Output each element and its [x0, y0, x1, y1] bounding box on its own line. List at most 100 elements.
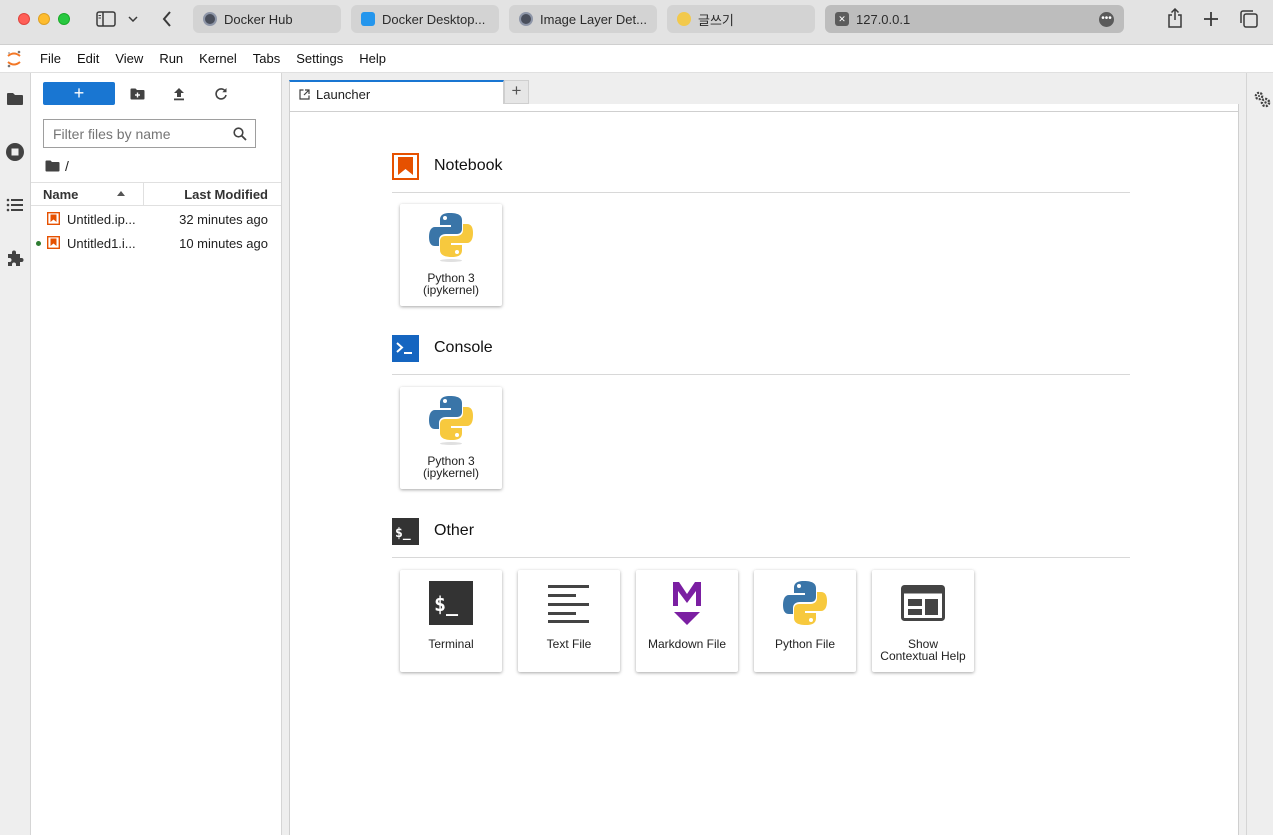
close-window-button[interactable] — [18, 13, 30, 25]
browser-tab-writing[interactable]: 글쓰기 — [667, 5, 815, 33]
markdown-icon — [664, 580, 710, 626]
menu-help[interactable]: Help — [351, 45, 394, 73]
other-section-header: $_ Other — [392, 518, 1130, 558]
card-label: Terminal — [428, 637, 474, 651]
browser-tab-docker-hub[interactable]: Docker Hub — [193, 5, 341, 33]
name-column-header[interactable]: Name — [31, 183, 144, 205]
filter-files-field[interactable] — [43, 119, 256, 148]
tab-overview-icon[interactable] — [1238, 8, 1260, 30]
jupyter-logo-icon — [7, 50, 21, 67]
file-modified: 10 minutes ago — [179, 235, 268, 251]
browser-tab-label: Docker Hub — [224, 11, 293, 27]
close-x-icon[interactable]: ✕ — [835, 12, 849, 26]
docker-whale-icon — [361, 12, 375, 26]
browser-tab-localhost[interactable]: ✕ 127.0.0.1 ••• — [825, 5, 1124, 33]
minimize-window-button[interactable] — [38, 13, 50, 25]
running-indicator-icon — [36, 241, 41, 246]
back-arrow-icon[interactable] — [158, 9, 176, 29]
terminal-icon: $_ — [428, 580, 474, 626]
contextual-help-icon — [900, 580, 946, 626]
breadcrumb-root[interactable]: / — [65, 158, 69, 174]
last-modified-column-header[interactable]: Last Modified — [144, 187, 281, 202]
browser-tab-docker-desktop[interactable]: Docker Desktop... — [351, 5, 499, 33]
chevron-down-icon[interactable] — [126, 12, 140, 26]
python-logo-icon — [428, 396, 474, 445]
main-dock-area: Launcher + Notebook Python 3 (ipykernel)… — [282, 73, 1246, 835]
left-activity-bar — [0, 73, 31, 835]
console-section-header: Console — [392, 335, 1130, 375]
file-row-untitled1[interactable]: Untitled1.i... 10 minutes ago — [31, 231, 281, 255]
menu-file[interactable]: File — [32, 45, 69, 73]
python-logo-icon — [782, 580, 828, 626]
file-browser-panel: + / Name Last Modified Untitled.ip... 32… — [31, 73, 282, 835]
browser-tab-label: 글쓰기 — [698, 12, 734, 28]
text-file-card[interactable]: Text File — [518, 570, 620, 672]
card-label: Python File — [774, 637, 836, 651]
docker-hub-icon — [203, 12, 217, 26]
console-python3-card[interactable]: Python 3 (ipykernel) — [400, 387, 502, 489]
folder-icon[interactable] — [4, 88, 26, 110]
notebook-section-header: Notebook — [392, 153, 1130, 193]
file-name: Untitled1.i... — [67, 235, 136, 251]
more-options-icon[interactable]: ••• — [1099, 12, 1114, 27]
menu-kernel[interactable]: Kernel — [191, 45, 245, 73]
sort-ascending-icon — [117, 191, 125, 196]
breadcrumb: / — [45, 158, 69, 174]
launcher-panel-header-strip — [289, 104, 1239, 112]
browser-tab-label: 127.0.0.1 — [856, 11, 911, 27]
notebook-file-icon — [46, 211, 61, 228]
refresh-icon[interactable] — [210, 83, 232, 105]
text-file-icon — [546, 580, 592, 626]
menu-settings[interactable]: Settings — [288, 45, 351, 73]
card-label: Python 3 (ipykernel) — [422, 271, 479, 297]
table-of-contents-icon[interactable] — [4, 194, 26, 216]
folder-icon[interactable] — [45, 160, 60, 172]
card-label: Show Contextual Help — [880, 637, 966, 663]
menu-bar: File Edit View Run Kernel Tabs Settings … — [0, 45, 1273, 73]
launcher-tab-label: Launcher — [316, 86, 371, 102]
new-folder-icon[interactable] — [126, 83, 148, 105]
markdown-file-card[interactable]: Markdown File — [636, 570, 738, 672]
running-sessions-icon[interactable] — [4, 141, 26, 163]
upload-icon[interactable] — [168, 83, 190, 105]
svg-text:$_: $_ — [434, 592, 459, 616]
add-tab-button[interactable]: + — [504, 80, 529, 104]
file-modified: 32 minutes ago — [179, 211, 268, 227]
menu-view[interactable]: View — [107, 45, 151, 73]
card-label: Python 3 (ipykernel) — [422, 454, 479, 480]
sidebar-toggle-icon[interactable] — [95, 10, 117, 28]
card-label: Text File — [546, 637, 592, 651]
python-logo-icon — [428, 213, 474, 262]
extensions-puzzle-icon[interactable] — [4, 247, 26, 269]
terminal-card[interactable]: $_ Terminal — [400, 570, 502, 672]
emoji-icon — [677, 12, 691, 26]
launcher-tab-icon — [299, 88, 310, 100]
card-label: Markdown File — [647, 637, 727, 651]
menu-edit[interactable]: Edit — [69, 45, 107, 73]
contextual-help-card[interactable]: Show Contextual Help — [872, 570, 974, 672]
notebook-section-icon — [392, 153, 419, 180]
new-tab-icon[interactable] — [1201, 9, 1221, 29]
notebook-file-icon — [46, 235, 61, 252]
right-side-bar — [1246, 73, 1273, 835]
tab-launcher[interactable]: Launcher — [289, 80, 504, 106]
share-icon[interactable] — [1165, 7, 1185, 29]
notebook-python3-card[interactable]: Python 3 (ipykernel) — [400, 204, 502, 306]
menu-run[interactable]: Run — [151, 45, 191, 73]
file-list-header: Name Last Modified — [31, 182, 281, 206]
svg-text:$_: $_ — [395, 526, 411, 541]
menu-tabs[interactable]: Tabs — [245, 45, 288, 73]
browser-tab-image-layer[interactable]: Image Layer Det... — [509, 5, 657, 33]
new-launcher-button[interactable]: + — [43, 82, 115, 105]
docker-hub-icon — [519, 12, 533, 26]
other-section-title: Other — [434, 522, 475, 539]
browser-tab-label: Image Layer Det... — [540, 11, 647, 27]
python-file-card[interactable]: Python File — [754, 570, 856, 672]
property-inspector-gears-icon[interactable] — [1253, 90, 1271, 111]
zoom-window-button[interactable] — [58, 13, 70, 25]
filter-files-input[interactable] — [53, 125, 229, 142]
file-row-untitled[interactable]: Untitled.ip... 32 minutes ago — [31, 207, 281, 231]
console-section-title: Console — [434, 339, 493, 356]
name-column-label: Name — [43, 186, 79, 202]
browser-tab-label: Docker Desktop... — [382, 11, 486, 27]
